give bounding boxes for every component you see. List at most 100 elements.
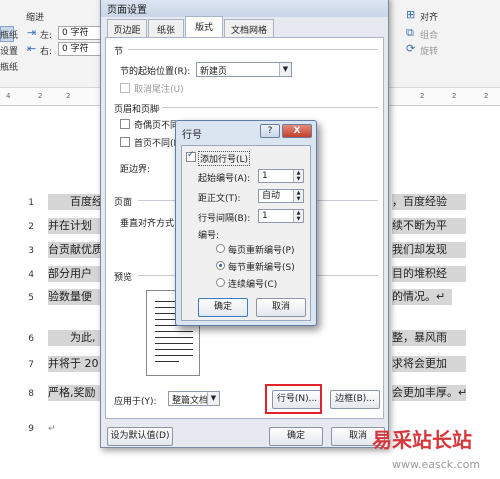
section-start-label: 节的起始位置(R): (120, 67, 191, 77)
ruler-number: 4 (6, 92, 11, 100)
preview-line (155, 331, 193, 332)
line-numbers-dialog: 行号 ? X ✓ 添加行号(L) 起始编号(A): 1 ▲ ▼ 距正文(T): 自… (175, 120, 317, 326)
ok-button[interactable]: 确定 (269, 427, 323, 446)
ruler-number: 2 (38, 92, 43, 100)
from-text-input[interactable]: 自动 ▲ ▼ (258, 189, 304, 203)
ruler-number: 2 (66, 92, 71, 100)
watermark-url: www.easck.com (392, 458, 481, 471)
start-at-input[interactable]: 1 ▲ ▼ (258, 169, 304, 183)
preview-line (155, 343, 193, 344)
suppress-endnotes-label: 取消尾注(U) (134, 85, 184, 95)
borders-button[interactable]: 边框(B)... (330, 390, 380, 409)
doc-line-left: 并在计划 (48, 218, 108, 234)
divider (128, 49, 378, 50)
align-button[interactable]: 对齐 (420, 10, 438, 23)
watermark-logo: 易采站长站 (372, 428, 472, 452)
count-by-label: 行号间隔(B): (198, 214, 251, 224)
ribbon-left-mid[interactable]: 设置 (0, 44, 18, 57)
first-page-checkbox[interactable] (120, 137, 130, 147)
paragraph-mark: ↵ (48, 424, 56, 434)
restart-page-radio[interactable] (216, 244, 225, 253)
divider (162, 107, 378, 108)
spinner-arrows-icon[interactable]: ▲ ▼ (293, 210, 303, 222)
preview-line (155, 337, 193, 338)
doc-line-left: 严格,奖励 (48, 385, 108, 401)
ruler-number: 2 (420, 92, 425, 100)
set-default-button[interactable]: 设为默认值(D) (107, 427, 173, 446)
doc-line-left: 并将于 20 (48, 356, 108, 372)
preview-line (155, 355, 193, 356)
check-icon: ✓ (187, 150, 195, 160)
line-numbers-title[interactable]: 行号 (182, 126, 202, 141)
ruler-number: 2 (452, 92, 457, 100)
doc-line-left: 验数量便 (48, 289, 108, 305)
line-number: 2 (28, 222, 34, 232)
continuous-radio[interactable] (216, 278, 225, 287)
doc-line-right: 会更加丰厚。↵ (392, 385, 468, 401)
page-heading: 页面 (114, 198, 133, 208)
restart-section-label: 每节重新编号(S) (228, 263, 295, 273)
count-by-value: 1 (262, 211, 268, 221)
apply-to-label: 应用于(Y): (114, 397, 157, 407)
doc-line-right: 续不断为平 (392, 218, 466, 234)
line-numbers-panel: ✓ 添加行号(L) 起始编号(A): 1 ▲ ▼ 距正文(T): 自动 ▲ ▼ 行号… (181, 145, 311, 321)
line-number: 5 (28, 293, 34, 303)
add-line-numbers-checkbox[interactable]: ✓ (186, 150, 196, 162)
page-setup-title[interactable]: 页面设置 (101, 0, 388, 17)
from-text-label: 距正文(T): (198, 194, 241, 204)
tab-margins[interactable]: 页边距 (107, 19, 147, 37)
suppress-endnotes-checkbox[interactable] (120, 83, 130, 93)
spinner-arrows-icon[interactable]: ▲ ▼ (293, 170, 303, 182)
help-icon[interactable]: ? (260, 124, 280, 138)
align-icon: ⊞ (406, 8, 416, 21)
rotate-button[interactable]: 旋转 (420, 44, 438, 57)
line-number: 7 (28, 360, 34, 370)
doc-line-right: 整，暴风雨 (392, 330, 466, 346)
first-page-label: 首页不同(P (134, 139, 179, 149)
doc-line-left: 部分用户 (48, 266, 108, 282)
group-button[interactable]: 组合 (420, 28, 438, 41)
spinner-arrows-icon[interactable]: ▲ ▼ (293, 190, 303, 202)
ribbon-left-bot[interactable]: 瓶纸 (0, 60, 18, 73)
line-number: 9 (28, 424, 34, 434)
headers-footers-heading: 页眉和页脚 (114, 105, 160, 115)
restart-section-radio[interactable] (216, 261, 225, 270)
doc-line-left: 台贡献优质 (48, 242, 108, 258)
preview-heading: 预览 (114, 273, 133, 283)
line-number: 8 (28, 389, 34, 399)
line-number: 3 (28, 246, 34, 256)
section-heading: 节 (114, 47, 124, 57)
indent-left-label: 左: (40, 31, 53, 41)
apply-to-value: 整篇文档 (172, 396, 209, 406)
doc-line-right: 目的堆积经 (392, 266, 466, 282)
section-start-value: 新建页 (200, 67, 228, 77)
start-at-value: 1 (262, 171, 268, 181)
vertical-align-label: 垂直对齐方式 (120, 219, 175, 229)
indent-label: 缩进 (26, 13, 45, 23)
ruler-number: 2 (484, 92, 489, 100)
line-numbers-ok-button[interactable]: 确定 (198, 298, 248, 317)
odd-even-label: 奇偶页不同 (134, 121, 180, 131)
highlight-box (265, 384, 322, 414)
close-icon[interactable]: X (282, 124, 312, 138)
section-start-select[interactable]: 新建页 ▼ (196, 62, 292, 77)
tab-layout[interactable]: 版式 (185, 16, 223, 38)
preview-line (155, 349, 193, 350)
indent-left-icon: ⇥ (27, 26, 37, 39)
restart-page-label: 每页重新编号(P) (228, 246, 295, 256)
tab-document-grid[interactable]: 文档网格 (224, 19, 274, 37)
add-line-numbers-label: 添加行号(L) (198, 151, 251, 166)
doc-line-right: 的情况。↵ (392, 289, 452, 305)
from-edge-label: 距边界: (120, 165, 151, 175)
tab-paper[interactable]: 纸张 (148, 19, 184, 37)
odd-even-checkbox[interactable] (120, 119, 130, 129)
apply-to-select[interactable]: 整篇文档 ▼ (168, 391, 220, 406)
indent-right-icon: ⇤ (27, 42, 37, 55)
numbering-label: 编号: (198, 231, 220, 241)
chevron-down-icon: ▼ (207, 392, 219, 405)
from-text-value: 自动 (262, 191, 281, 201)
line-numbers-cancel-button[interactable]: 取消 (256, 298, 306, 317)
count-by-input[interactable]: 1 ▲ ▼ (258, 209, 304, 223)
preview-line (155, 361, 179, 362)
rotate-icon: ⟳ (406, 42, 416, 55)
